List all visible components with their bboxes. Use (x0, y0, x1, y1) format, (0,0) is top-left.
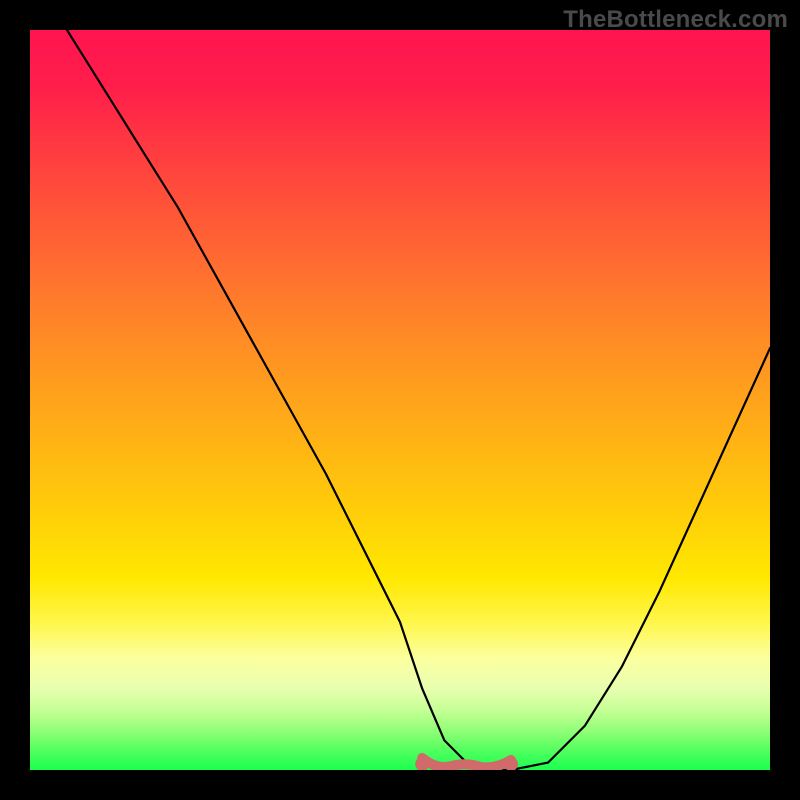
chart-svg (30, 30, 770, 770)
chart-frame: TheBottleneck.com (0, 0, 800, 800)
watermark-text: TheBottleneck.com (563, 6, 788, 34)
trough-highlight (422, 758, 511, 767)
plot-area (30, 30, 770, 770)
bottleneck-curve (67, 30, 770, 770)
